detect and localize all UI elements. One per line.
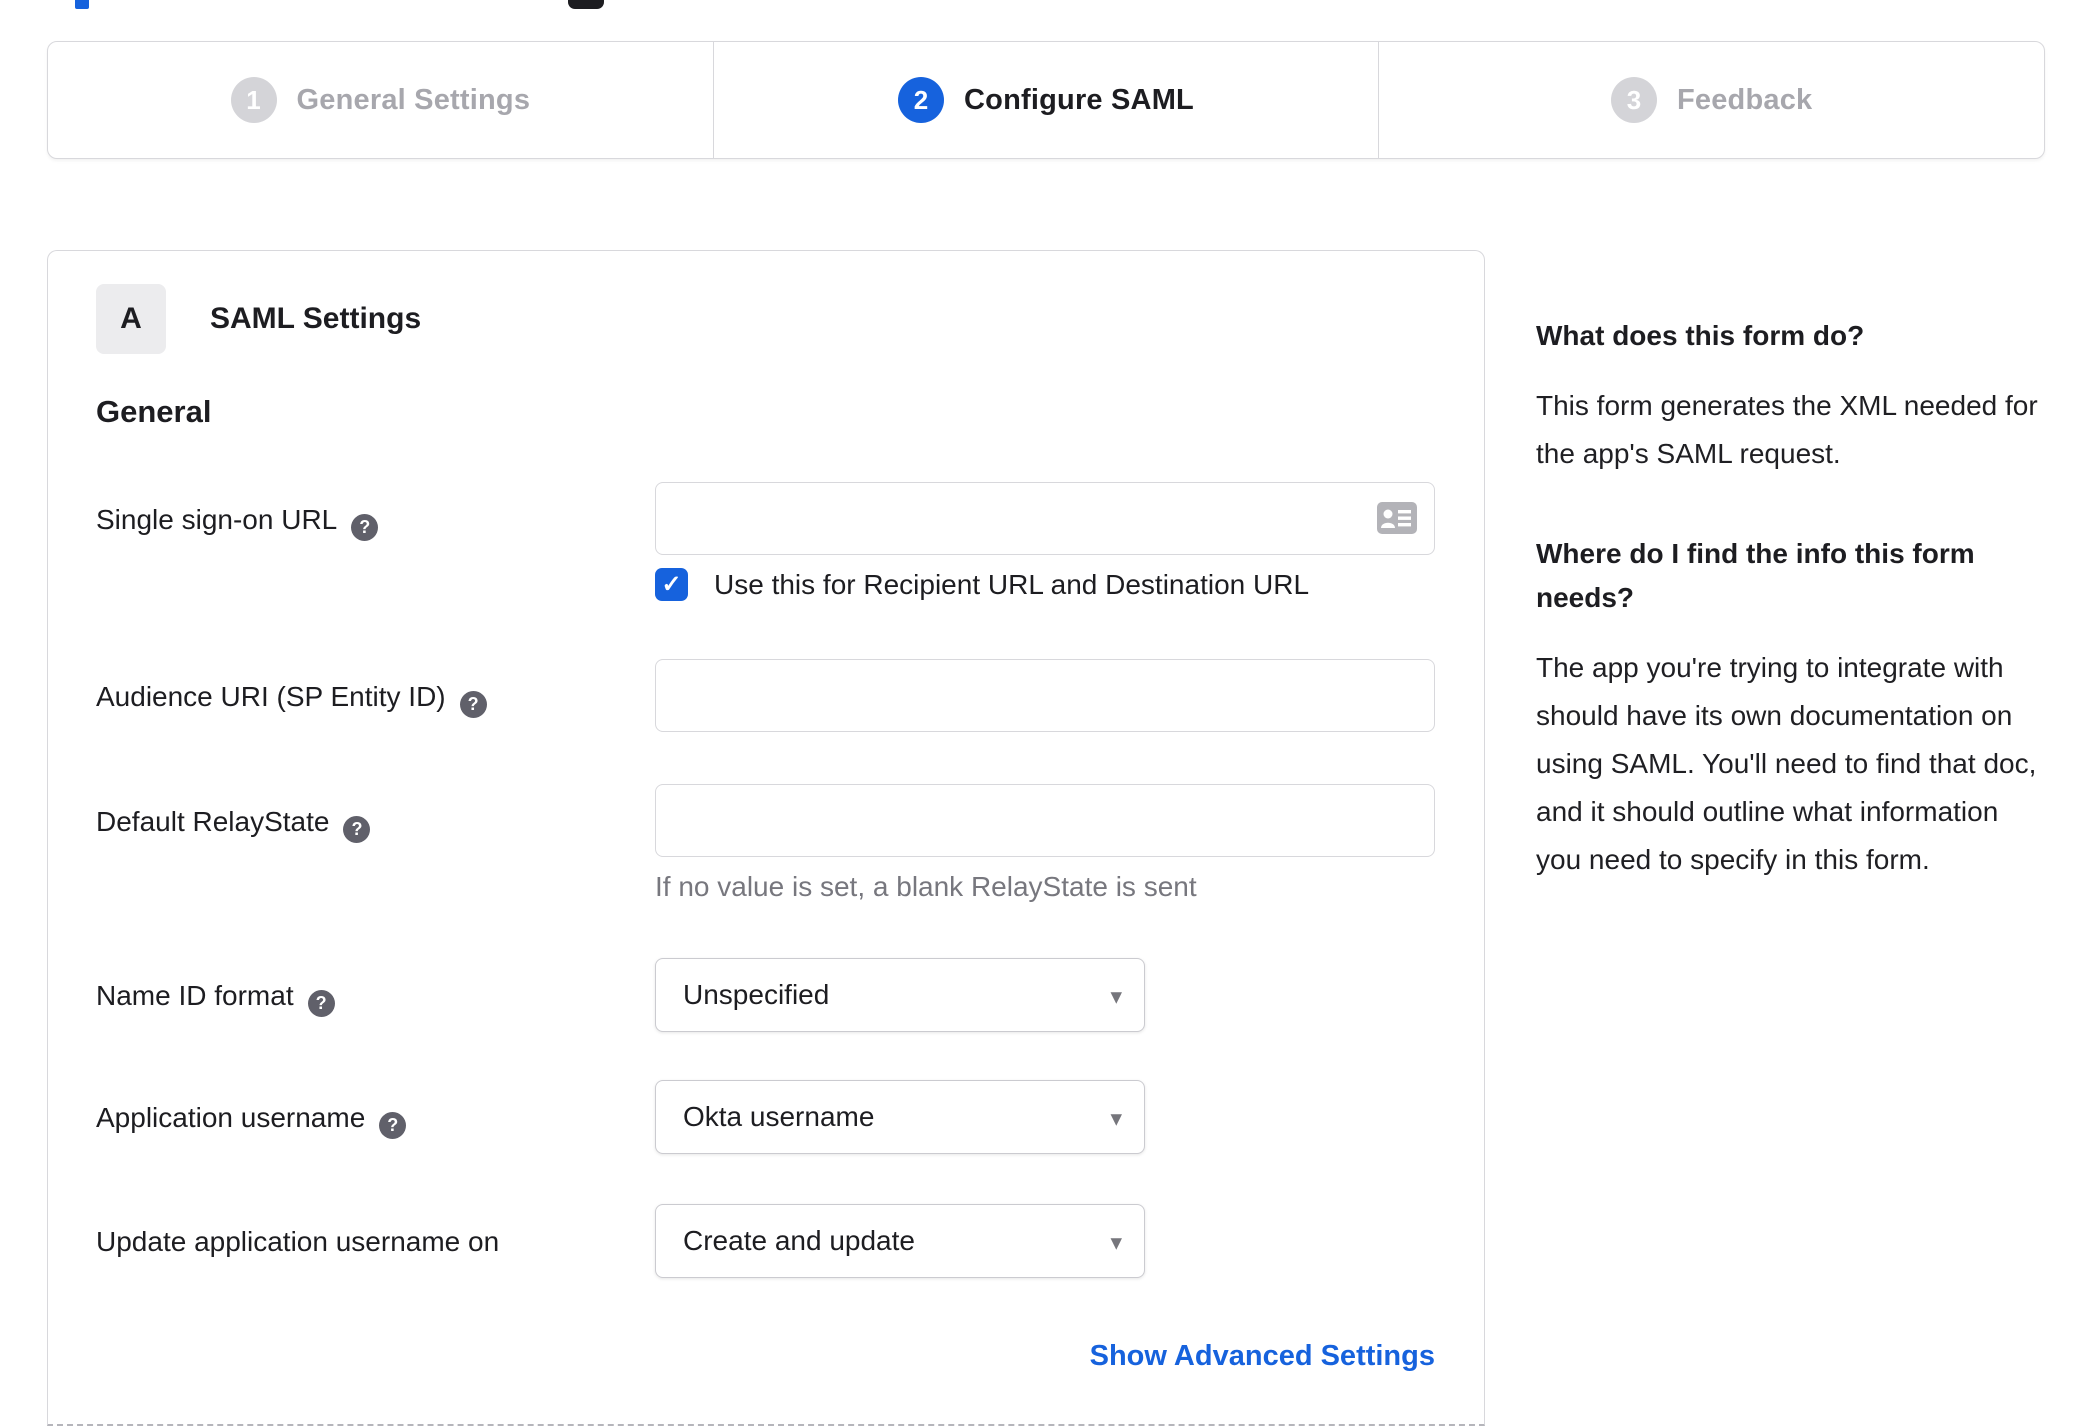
- default-relaystate-input[interactable]: [655, 784, 1435, 857]
- step-3-number-badge: 3: [1610, 77, 1657, 123]
- general-heading: General: [96, 394, 212, 429]
- name-id-format-select[interactable]: Unspecified ▾: [655, 958, 1145, 1032]
- field-row-default-relaystate: Default RelayState? If no value is set, …: [96, 784, 1484, 903]
- sidebar-heading-where: Where do I find the info this form needs…: [1536, 538, 1975, 613]
- cutoff-dark-header-fragment: [568, 0, 604, 9]
- saml-settings-card: A SAML Settings General Single sign-on U…: [47, 250, 1485, 1426]
- step-general-settings: 1 General Settings: [48, 42, 713, 158]
- name-id-format-value: Unspecified: [683, 979, 830, 1010]
- default-relaystate-label: Default RelayState?: [96, 784, 655, 843]
- help-sidebar: What does this form do? This form genera…: [1536, 314, 2048, 938]
- chevron-down-icon: ▾: [1110, 1105, 1122, 1131]
- section-a-badge: A: [96, 284, 166, 354]
- help-icon[interactable]: ?: [343, 816, 371, 843]
- sidebar-body-where: The app you're trying to integrate with …: [1536, 652, 2037, 875]
- name-id-format-label: Name ID format?: [96, 958, 655, 1017]
- field-row-audience-uri: Audience URI (SP Entity ID)?: [96, 659, 1484, 732]
- step-2-label: Configure SAML: [964, 83, 1194, 116]
- recipient-url-checkbox[interactable]: ✓: [655, 568, 688, 601]
- step-2-number-badge: 2: [898, 77, 945, 123]
- application-username-value: Okta username: [683, 1101, 875, 1132]
- help-icon[interactable]: ?: [307, 990, 335, 1017]
- application-username-select[interactable]: Okta username ▾: [655, 1080, 1145, 1154]
- help-icon[interactable]: ?: [459, 691, 487, 718]
- help-icon[interactable]: ?: [351, 514, 379, 541]
- help-icon[interactable]: ?: [379, 1112, 407, 1139]
- single-sign-on-url-label: Single sign-on URL?: [96, 482, 655, 541]
- step-3-label: Feedback: [1676, 83, 1813, 116]
- audience-uri-input[interactable]: [655, 659, 1435, 732]
- single-sign-on-url-input[interactable]: [655, 482, 1435, 555]
- sidebar-heading-what: What does this form do?: [1536, 320, 1865, 351]
- chevron-down-icon: ▾: [1110, 1229, 1122, 1255]
- field-row-single-sign-on-url: Single sign-on URL? ✓ Use this for Recip…: [96, 482, 1484, 601]
- field-row-application-username: Application username? Okta username ▾: [96, 1080, 1484, 1154]
- cutoff-blue-logo-fragment: [75, 0, 89, 9]
- step-1-number-badge: 1: [230, 77, 277, 123]
- application-username-label: Application username?: [96, 1080, 655, 1139]
- address-card-icon: [1377, 502, 1417, 539]
- sidebar-body-what: This form generates the XML needed for t…: [1536, 390, 2038, 469]
- recipient-url-checkbox-label: Use this for Recipient URL and Destinati…: [714, 568, 1310, 600]
- update-application-username-label: Update application username on: [96, 1226, 500, 1257]
- field-row-update-application-username: Update application username on Create an…: [96, 1204, 1484, 1278]
- wizard-stepper: 1 General Settings 2 Configure SAML 3 Fe…: [47, 41, 2045, 159]
- chevron-down-icon: ▾: [1110, 983, 1122, 1009]
- section-title: SAML Settings: [210, 302, 422, 335]
- field-row-name-id-format: Name ID format? Unspecified ▾: [96, 958, 1484, 1032]
- step-configure-saml: 2 Configure SAML: [712, 42, 1379, 158]
- recipient-url-checkbox-row: ✓ Use this for Recipient URL and Destina…: [655, 568, 1435, 601]
- section-header: A SAML Settings: [96, 284, 1484, 354]
- update-application-username-value: Create and update: [683, 1225, 915, 1256]
- update-application-username-select[interactable]: Create and update ▾: [655, 1204, 1145, 1278]
- audience-uri-label: Audience URI (SP Entity ID)?: [96, 659, 655, 718]
- step-feedback: 3 Feedback: [1378, 42, 2044, 158]
- show-advanced-settings-link[interactable]: Show Advanced Settings: [1090, 1340, 1435, 1372]
- relaystate-helper-text: If no value is set, a blank RelayState i…: [655, 871, 1197, 902]
- step-1-label: General Settings: [296, 83, 531, 116]
